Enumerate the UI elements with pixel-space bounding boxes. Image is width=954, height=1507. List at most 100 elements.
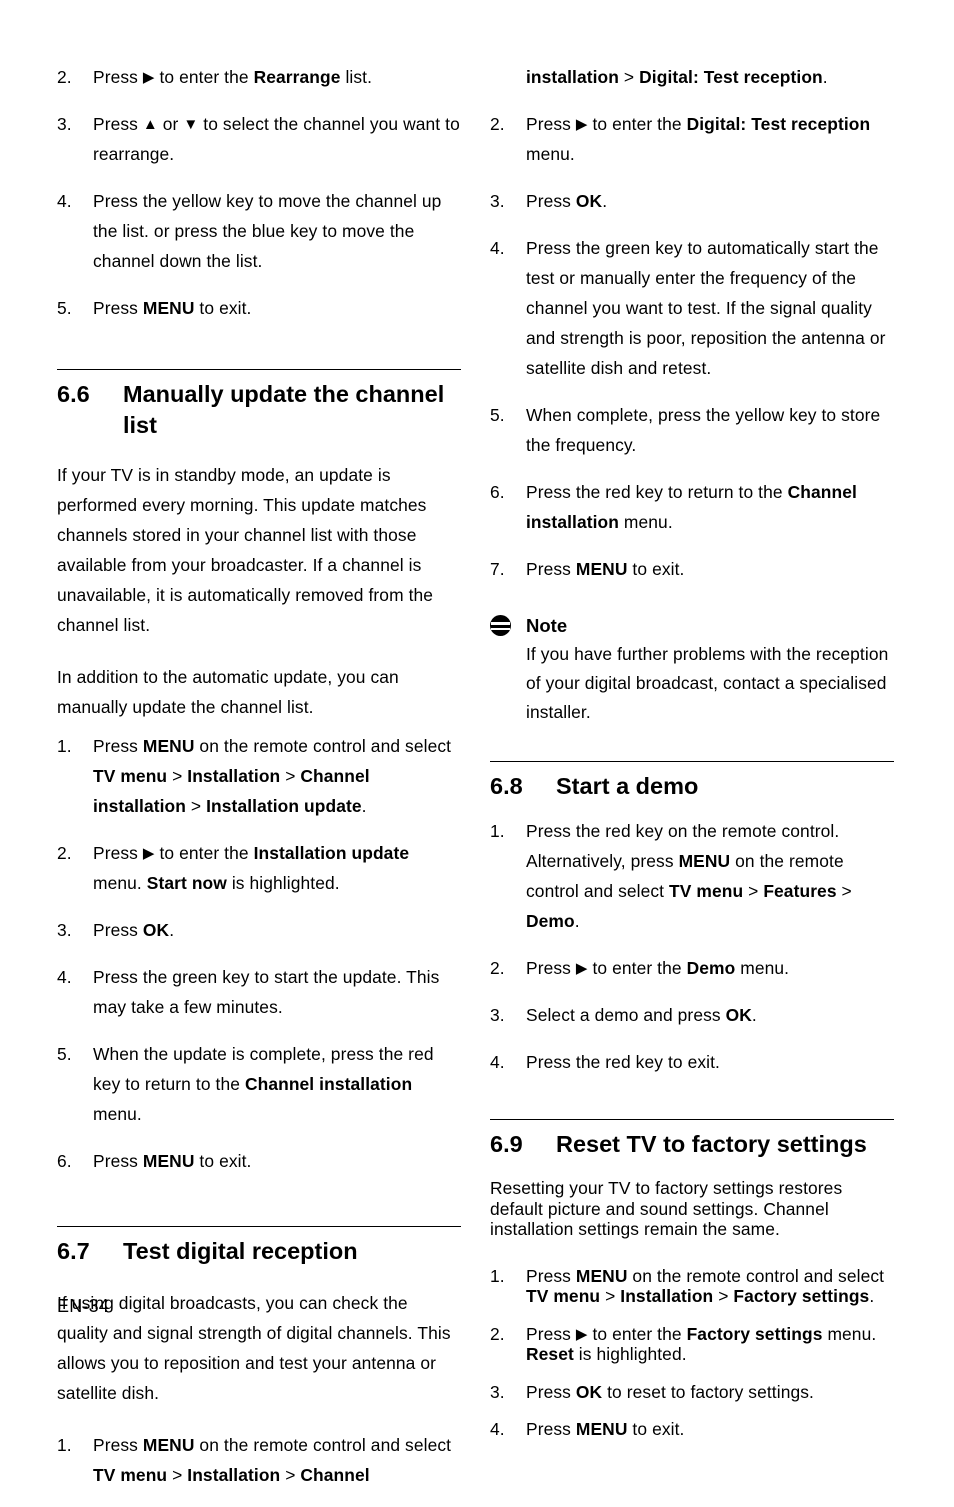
list-item-text: Press the green key to automatically sta…: [526, 238, 886, 378]
list-item-number: 2.: [57, 67, 72, 87]
manual-page: 2. Press ▶ to enter the Rearrange list. …: [0, 0, 954, 1485]
list-item-number: 5.: [57, 298, 72, 318]
list-item-text: Press OK to reset to factory settings.: [526, 1381, 814, 1402]
list-item: 2. Press ▶ to enter the Digital: Test re…: [490, 109, 894, 169]
section-6-8: 6.8 Start a demo: [490, 761, 894, 802]
list-item-number: 2.: [490, 114, 505, 134]
update-channel-list-steps: 1. Press MENU on the remote control and …: [57, 731, 461, 1176]
list-item-text: Press ▶ to enter the Factory settings me…: [526, 1323, 877, 1365]
list-item-text: Press the green key to start the update.…: [93, 967, 440, 1017]
section-number: 6.9: [490, 1131, 523, 1157]
section-divider: [490, 761, 894, 762]
section-number: 6.7: [57, 1238, 90, 1264]
test-digital-reception-steps: 1. Press MENU on the remote control and …: [57, 1430, 461, 1490]
list-item-number: 7.: [490, 559, 505, 579]
note-box: Note If you have further problems with t…: [490, 614, 894, 727]
list-item-text: Press MENU on the remote control and sel…: [93, 736, 452, 816]
list-item-text: Press MENU on the remote control and sel…: [93, 1435, 452, 1485]
list-item-number: 4.: [490, 1052, 505, 1072]
list-item-text: Press MENU on the remote control and sel…: [526, 1265, 885, 1307]
list-item-text: Press the yellow key to move the channel…: [93, 191, 442, 271]
list-item: 3. Press OK.: [490, 186, 894, 216]
list-item-number: 3.: [490, 1381, 505, 1402]
section-heading: 6.7 Test digital reception: [57, 1236, 461, 1267]
section-number: 6.8: [490, 773, 523, 799]
list-item-text: Press the red key on the remote control.…: [526, 821, 852, 931]
list-item: 5. Press MENU to exit.: [57, 293, 461, 323]
list-item: 1. Press MENU on the remote control and …: [57, 1430, 461, 1490]
section-heading: 6.6 Manually update the channel list: [57, 379, 461, 441]
section-divider: [57, 369, 461, 370]
section-6-9: 6.9 Reset TV to factory settings: [490, 1119, 894, 1160]
list-item-text: Press MENU to exit.: [93, 1151, 252, 1171]
list-item-number: 3.: [490, 191, 505, 211]
note-title: Note: [526, 615, 568, 636]
section-6-6-paragraph-2: In addition to the automatic update, you…: [57, 667, 399, 717]
list-item: 5. When the update is complete, press th…: [57, 1039, 461, 1129]
list-item: 2. Press ▶ to enter the Rearrange list.: [57, 62, 461, 92]
list-item-number: 4.: [490, 238, 505, 258]
list-item-number: 3.: [57, 920, 72, 940]
list-item-text: Press the red key to exit.: [526, 1052, 720, 1072]
list-item-number: 6.: [490, 482, 505, 502]
list-item-text: Press ▶ to enter the Digital: Test recep…: [526, 114, 871, 164]
list-item-text: Press ▲ or ▼ to select the channel you w…: [93, 114, 460, 164]
list-item-text: Press the red key to return to the Chann…: [526, 482, 857, 532]
list-item: 3. Select a demo and press OK.: [490, 1000, 894, 1030]
factory-reset-steps: 1. Press MENU on the remote control and …: [490, 1266, 894, 1440]
list-item-number: 5.: [57, 1044, 72, 1064]
section-6-7: 6.7 Test digital reception: [57, 1226, 461, 1267]
list-item: 2. Press ▶ to enter the Factory settings…: [490, 1324, 894, 1365]
list-item-number: 6.: [57, 1151, 72, 1171]
section-6-6-paragraph-1: If your TV is in standby mode, an update…: [57, 465, 434, 635]
section-heading: 6.9 Reset TV to factory settings: [490, 1129, 894, 1160]
list-item-number: 2.: [57, 843, 72, 863]
list-item-number: 3.: [57, 114, 72, 134]
list-item: 6. Press MENU to exit.: [57, 1146, 461, 1176]
section-title: Manually update the channel list: [123, 381, 445, 438]
list-item: 3. Press OK.: [57, 915, 461, 945]
rearrange-steps-list: 2. Press ▶ to enter the Rearrange list. …: [57, 62, 461, 323]
list-item: 4. Press MENU to exit.: [490, 1419, 894, 1440]
list-item-number: 1.: [57, 736, 72, 756]
section-6-7-paragraph-1: If using digital broadcasts, you can che…: [57, 1293, 451, 1403]
list-item-number: 1.: [57, 1435, 72, 1455]
list-item-text: Press OK.: [93, 920, 175, 940]
section-6-6: 6.6 Manually update the channel list: [57, 369, 461, 441]
list-item: 2. Press ▶ to enter the Demo menu.: [490, 953, 894, 983]
start-demo-steps: 1. Press the red key on the remote contr…: [490, 816, 894, 1077]
section-heading: 6.8 Start a demo: [490, 771, 894, 802]
list-item-text: Press MENU to exit.: [526, 1419, 685, 1439]
list-item-text: Press ▶ to enter the Rearrange list.: [93, 67, 373, 87]
list-item-number: 5.: [490, 405, 505, 425]
list-item-text: Press ▶ to enter the Installation update…: [93, 843, 410, 893]
list-item: 1. Press MENU on the remote control and …: [57, 731, 461, 821]
section-title: Start a demo: [556, 773, 699, 799]
list-item: 4. Press the green key to start the upda…: [57, 962, 461, 1022]
list-item: 1. Press MENU on the remote control and …: [490, 1266, 894, 1307]
test-digital-reception-steps-continued: 2. Press ▶ to enter the Digital: Test re…: [490, 109, 894, 584]
list-item-text: Press MENU to exit.: [93, 298, 252, 318]
list-item-number: 2.: [490, 1323, 505, 1344]
list-item-number: 1.: [490, 821, 505, 841]
list-item-text: Press MENU to exit.: [526, 559, 685, 579]
section-title: Test digital reception: [123, 1238, 358, 1264]
list-item: 2. Press ▶ to enter the Installation upd…: [57, 838, 461, 898]
list-item-text: installation > Digital: Test reception.: [526, 67, 828, 87]
list-item: 3. Press ▲ or ▼ to select the channel yo…: [57, 109, 461, 169]
list-item-text: When complete, press the yellow key to s…: [526, 405, 881, 455]
list-item-text: When the update is complete, press the r…: [93, 1044, 434, 1124]
section-number: 6.6: [57, 381, 90, 407]
section-divider: [57, 1226, 461, 1227]
list-item-number: 4.: [57, 967, 72, 987]
section-divider: [490, 1119, 894, 1120]
note-icon: [490, 615, 511, 636]
section-title: Reset TV to factory settings: [556, 1131, 867, 1157]
page-footer: EN-34: [57, 1296, 110, 1316]
section-6-9-paragraph-1: Resetting your TV to factory settings re…: [490, 1178, 843, 1239]
list-item-text: Press ▶ to enter the Demo menu.: [526, 958, 790, 978]
list-item: 4. Press the yellow key to move the chan…: [57, 186, 461, 276]
continued-list-item: installation > Digital: Test reception.: [490, 62, 894, 92]
list-item: 5. When complete, press the yellow key t…: [490, 400, 894, 460]
list-item: 4. Press the red key to exit.: [490, 1047, 894, 1077]
